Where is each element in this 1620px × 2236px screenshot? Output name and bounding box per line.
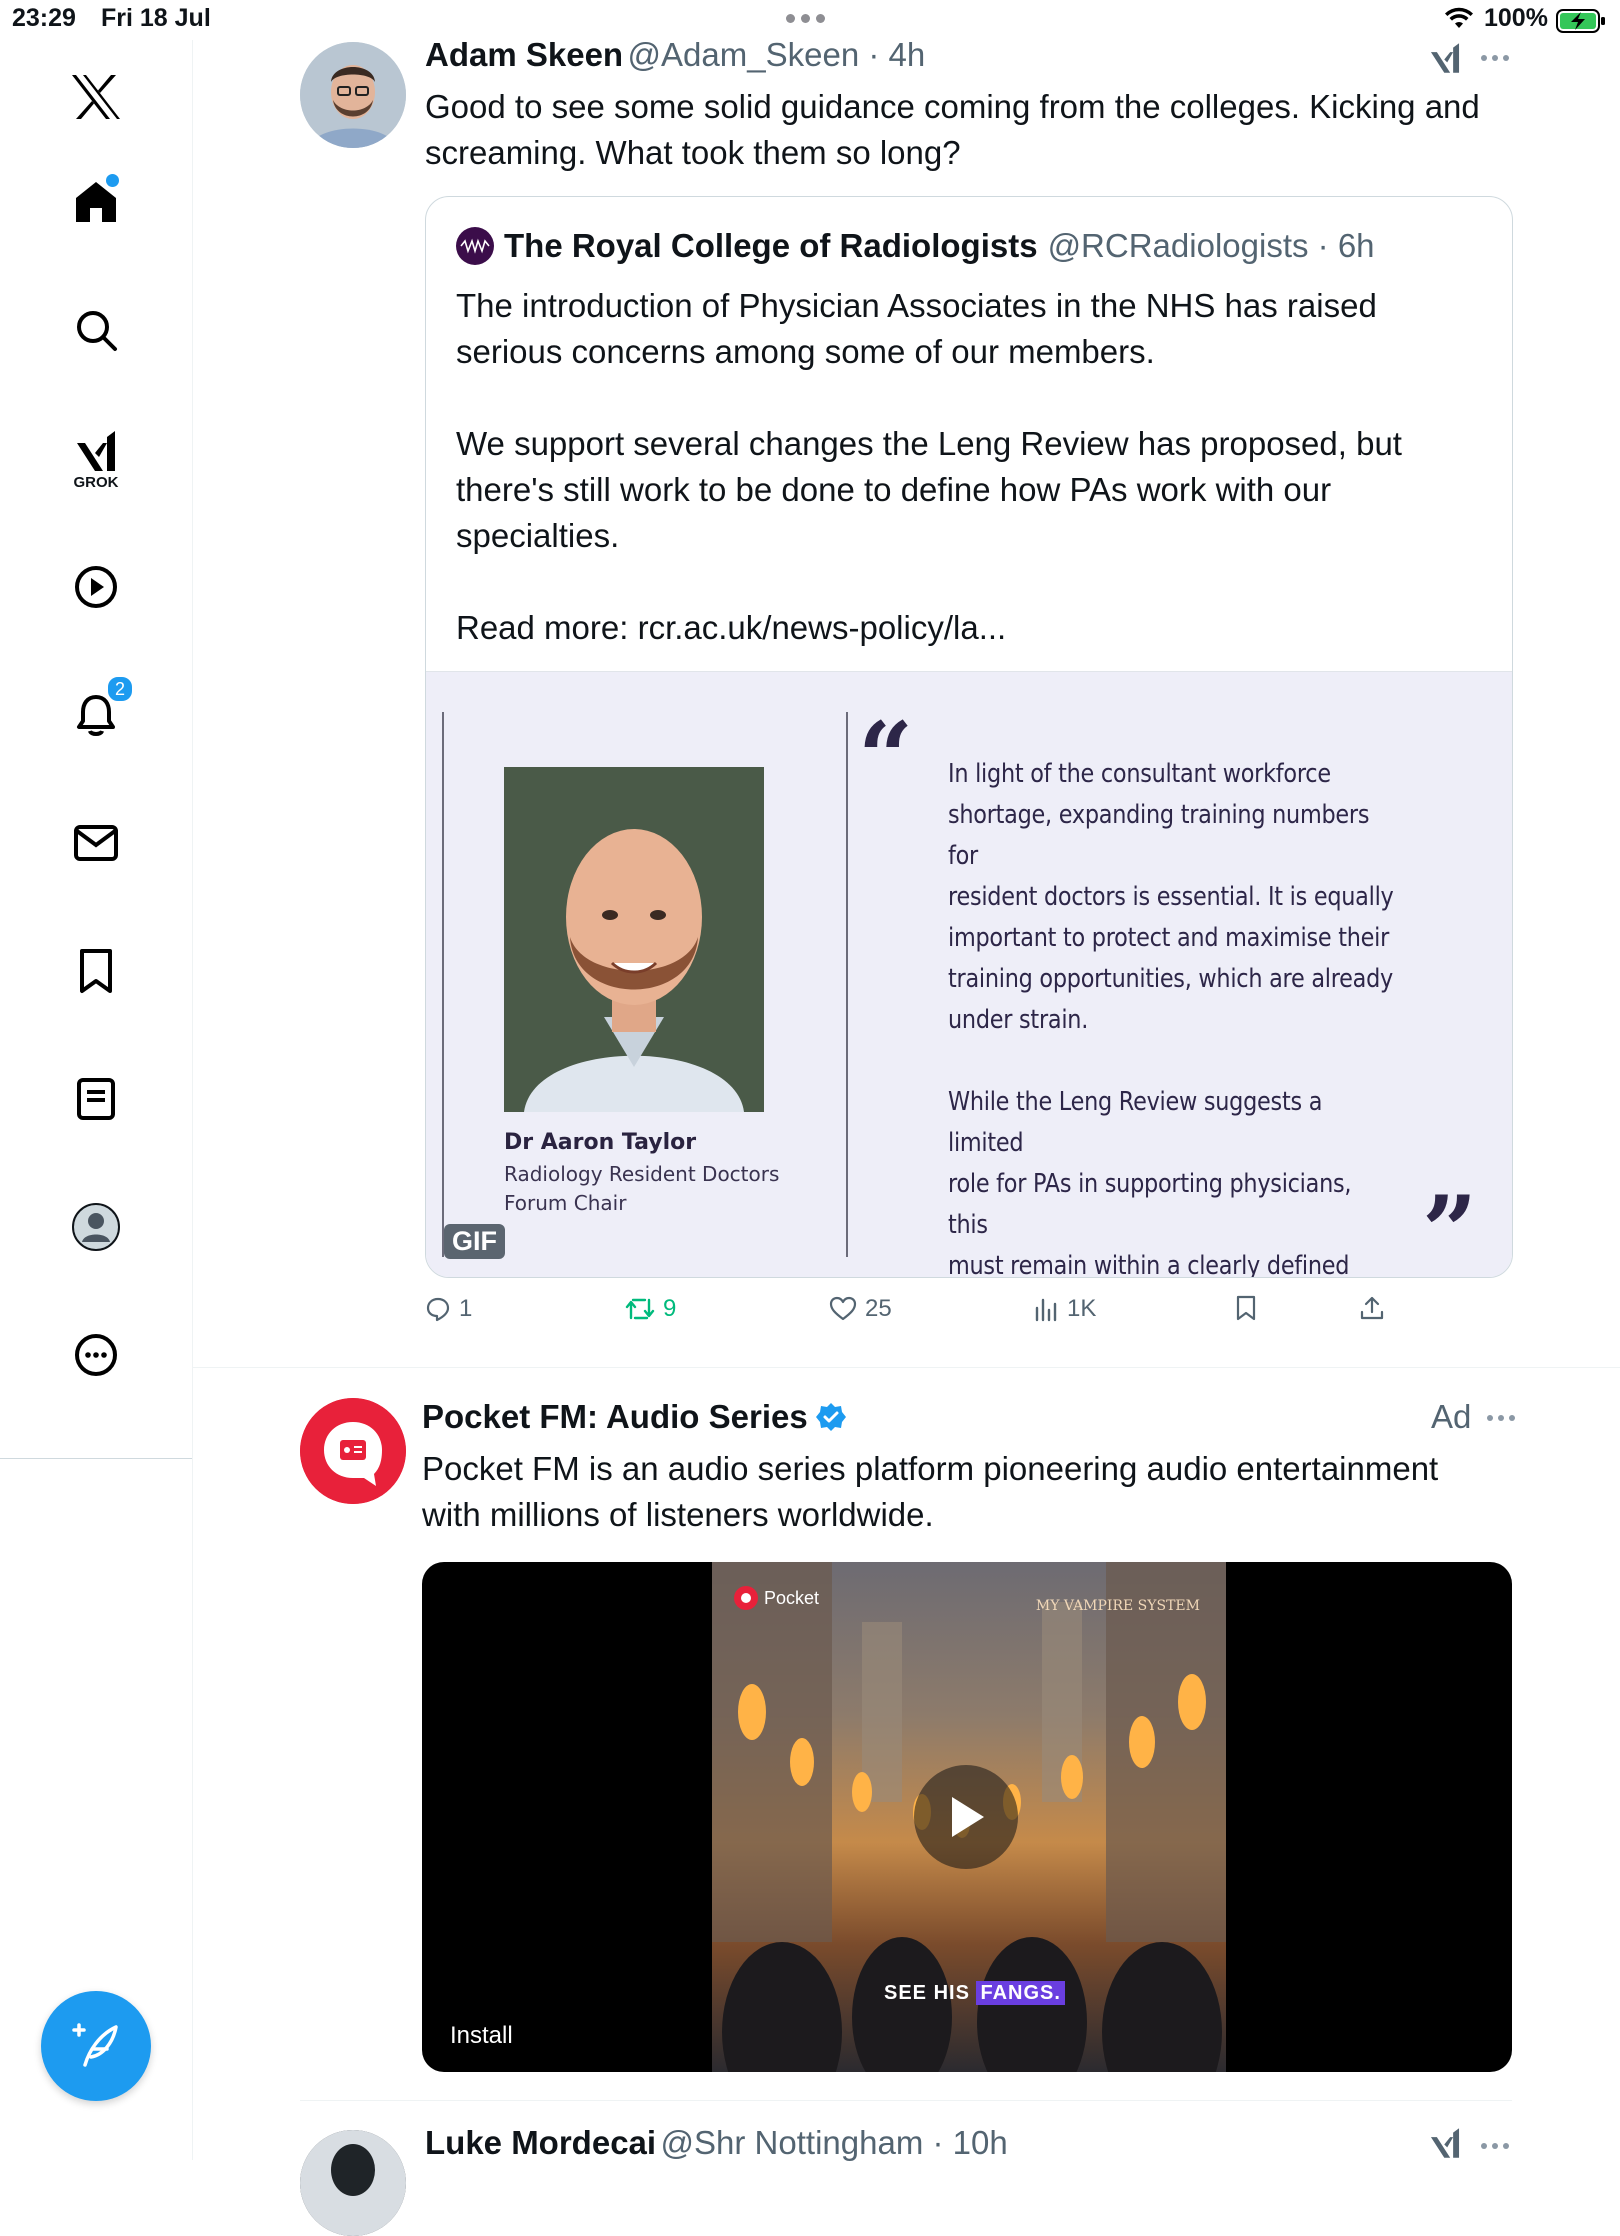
tweet-text: Good to see some solid guidance coming f… (425, 88, 1480, 171)
open-quote-icon: “ (858, 701, 914, 814)
bookmark-icon[interactable] (64, 939, 128, 1003)
dot-separator: · (923, 2124, 953, 2161)
avatar[interactable] (300, 1398, 406, 1504)
quoted-author-name[interactable]: The Royal College of Radiologists (504, 227, 1038, 265)
share-icon (1360, 1296, 1384, 1320)
tweet-separator (192, 1367, 1620, 1368)
tweet-separator (300, 2100, 1512, 2101)
author-handle[interactable]: @Shr Nottingham (661, 2124, 924, 2161)
search-icon[interactable] (64, 298, 128, 362)
mail-icon[interactable] (64, 811, 128, 875)
bell-icon[interactable]: 2 (64, 675, 134, 747)
like-button[interactable]: 25 (829, 1295, 892, 1323)
quoted-gif[interactable]: Dr Aaron Taylor Radiology Resident Docto… (426, 671, 1512, 1278)
profile-icon[interactable] (64, 1195, 128, 1259)
caption-highlight: FANGS. (976, 1981, 1065, 2005)
grok-icon[interactable] (1428, 40, 1462, 76)
play-icon[interactable] (64, 555, 128, 619)
close-quote-icon: ” (1422, 1175, 1478, 1278)
retweet-button[interactable]: 9 (625, 1295, 676, 1323)
author-handle[interactable]: @Adam_Skeen (628, 36, 860, 73)
quoted-header: The Royal College of Radiologists @RCRad… (456, 227, 1375, 265)
quoted-tweet[interactable]: The Royal College of Radiologists @RCRad… (425, 196, 1513, 1278)
quoted-tweet-time[interactable]: 6h (1338, 227, 1375, 264)
wifi-icon (1445, 7, 1473, 28)
play-icon (952, 1797, 984, 1837)
tweet-time[interactable]: 10h (953, 2124, 1008, 2161)
play-button[interactable] (914, 1765, 1018, 1869)
person-role-line2: Forum Chair (504, 1191, 627, 1215)
notification-badge: 2 (106, 675, 134, 703)
more-options-icon[interactable] (1481, 55, 1509, 61)
person-photo (504, 767, 764, 1112)
grok-icon[interactable] (1428, 2126, 1462, 2160)
more-options-icon[interactable] (1481, 2143, 1509, 2149)
rcr-logo-icon (456, 227, 494, 265)
video-caption: SEE HIS FANGS. (884, 1981, 1065, 2005)
tweet-time[interactable]: 4h (889, 36, 926, 73)
author-name[interactable]: Pocket FM: Audio Series (422, 1398, 808, 1436)
author-name[interactable]: Adam Skeen (425, 36, 623, 73)
share-button[interactable] (1359, 1295, 1385, 1321)
video-brand: Pocket (734, 1586, 819, 1610)
reply-icon (426, 1297, 450, 1322)
person-role: Radiology Resident Doctors Forum Chair (504, 1160, 824, 1218)
gif-badge: GIF (444, 1224, 505, 1259)
install-button[interactable]: Install (450, 2022, 513, 2050)
views-count: 1K (1067, 1295, 1097, 1322)
ad-label: Ad (1431, 1398, 1472, 1435)
tweet-header: Pocket FM: Audio Series (422, 1398, 846, 1436)
heart-icon (829, 1296, 857, 1321)
avatar[interactable] (300, 2130, 406, 2236)
sidebar: GROK 2 (0, 40, 193, 2160)
avatar[interactable] (300, 42, 406, 148)
list-icon[interactable] (64, 1067, 128, 1131)
status-date: Fri 18 Jul (101, 4, 211, 32)
person-name: Dr Aaron Taylor (504, 1130, 697, 1155)
tweet-header: Adam Skeen @Adam_Skeen · 4h (425, 36, 925, 74)
dot-separator: · (859, 36, 889, 73)
more-options-icon[interactable] (1487, 1415, 1515, 1421)
multitasking-dots-icon[interactable] (786, 14, 825, 23)
bookmark-button[interactable] (1235, 1295, 1257, 1321)
battery-percent: 100% (1484, 4, 1548, 32)
status-bar: 23:29 Fri 18 Jul 100% (0, 0, 1620, 40)
reply-button[interactable]: 1 (425, 1295, 472, 1323)
author-name[interactable]: Luke Mordecai (425, 2124, 656, 2161)
caption-plain: SEE HIS (884, 1982, 970, 2004)
views-button[interactable]: 1K (1033, 1295, 1096, 1323)
compose-button[interactable] (41, 1991, 151, 2101)
gif-quote-text: In light of the consultant workforce sho… (948, 759, 1394, 1278)
divider (846, 712, 848, 1257)
pocketfm-logo-icon (734, 1586, 758, 1610)
tweet-actions: 1 9 25 1K (425, 1295, 1425, 1335)
person-role-line1: Radiology Resident Doctors (504, 1162, 780, 1186)
verified-badge-icon (815, 1403, 846, 1431)
battery-charging-icon (1556, 9, 1605, 33)
quoted-author-handle[interactable]: @RCRadiologists (1048, 227, 1309, 264)
sidebar-divider (0, 1458, 192, 1459)
x-logo-icon[interactable] (64, 65, 128, 129)
retweet-icon (625, 1298, 655, 1320)
more-icon[interactable] (64, 1323, 128, 1387)
ad-video[interactable]: Pocket MY VAMPIRE SYSTEM SEE HIS FANGS. … (422, 1562, 1512, 2072)
compose-icon (72, 2023, 118, 2067)
quoted-tweet-text: The introduction of Physician Associates… (456, 287, 1402, 646)
grok-icon[interactable]: GROK (64, 420, 128, 500)
home-icon[interactable] (64, 170, 128, 234)
retweet-count: 9 (663, 1295, 677, 1322)
video-brand-text: Pocket (764, 1587, 820, 1608)
status-time: 23:29 (12, 4, 76, 32)
views-icon (1035, 1298, 1057, 1322)
grok-label: GROK (73, 474, 119, 491)
home-unread-dot (104, 172, 121, 189)
tweet-header: Luke Mordecai @Shr Nottingham · 10h (425, 2124, 1008, 2162)
bookmark-icon (1236, 1295, 1256, 1321)
divider (442, 712, 444, 1257)
reply-count: 1 (459, 1295, 473, 1322)
dot-separator: · (1308, 227, 1338, 264)
video-series-title: MY VAMPIRE SYSTEM (1035, 1598, 1200, 1614)
like-count: 25 (865, 1295, 892, 1322)
tweet-text: Pocket FM is an audio series platform pi… (422, 1450, 1439, 1533)
